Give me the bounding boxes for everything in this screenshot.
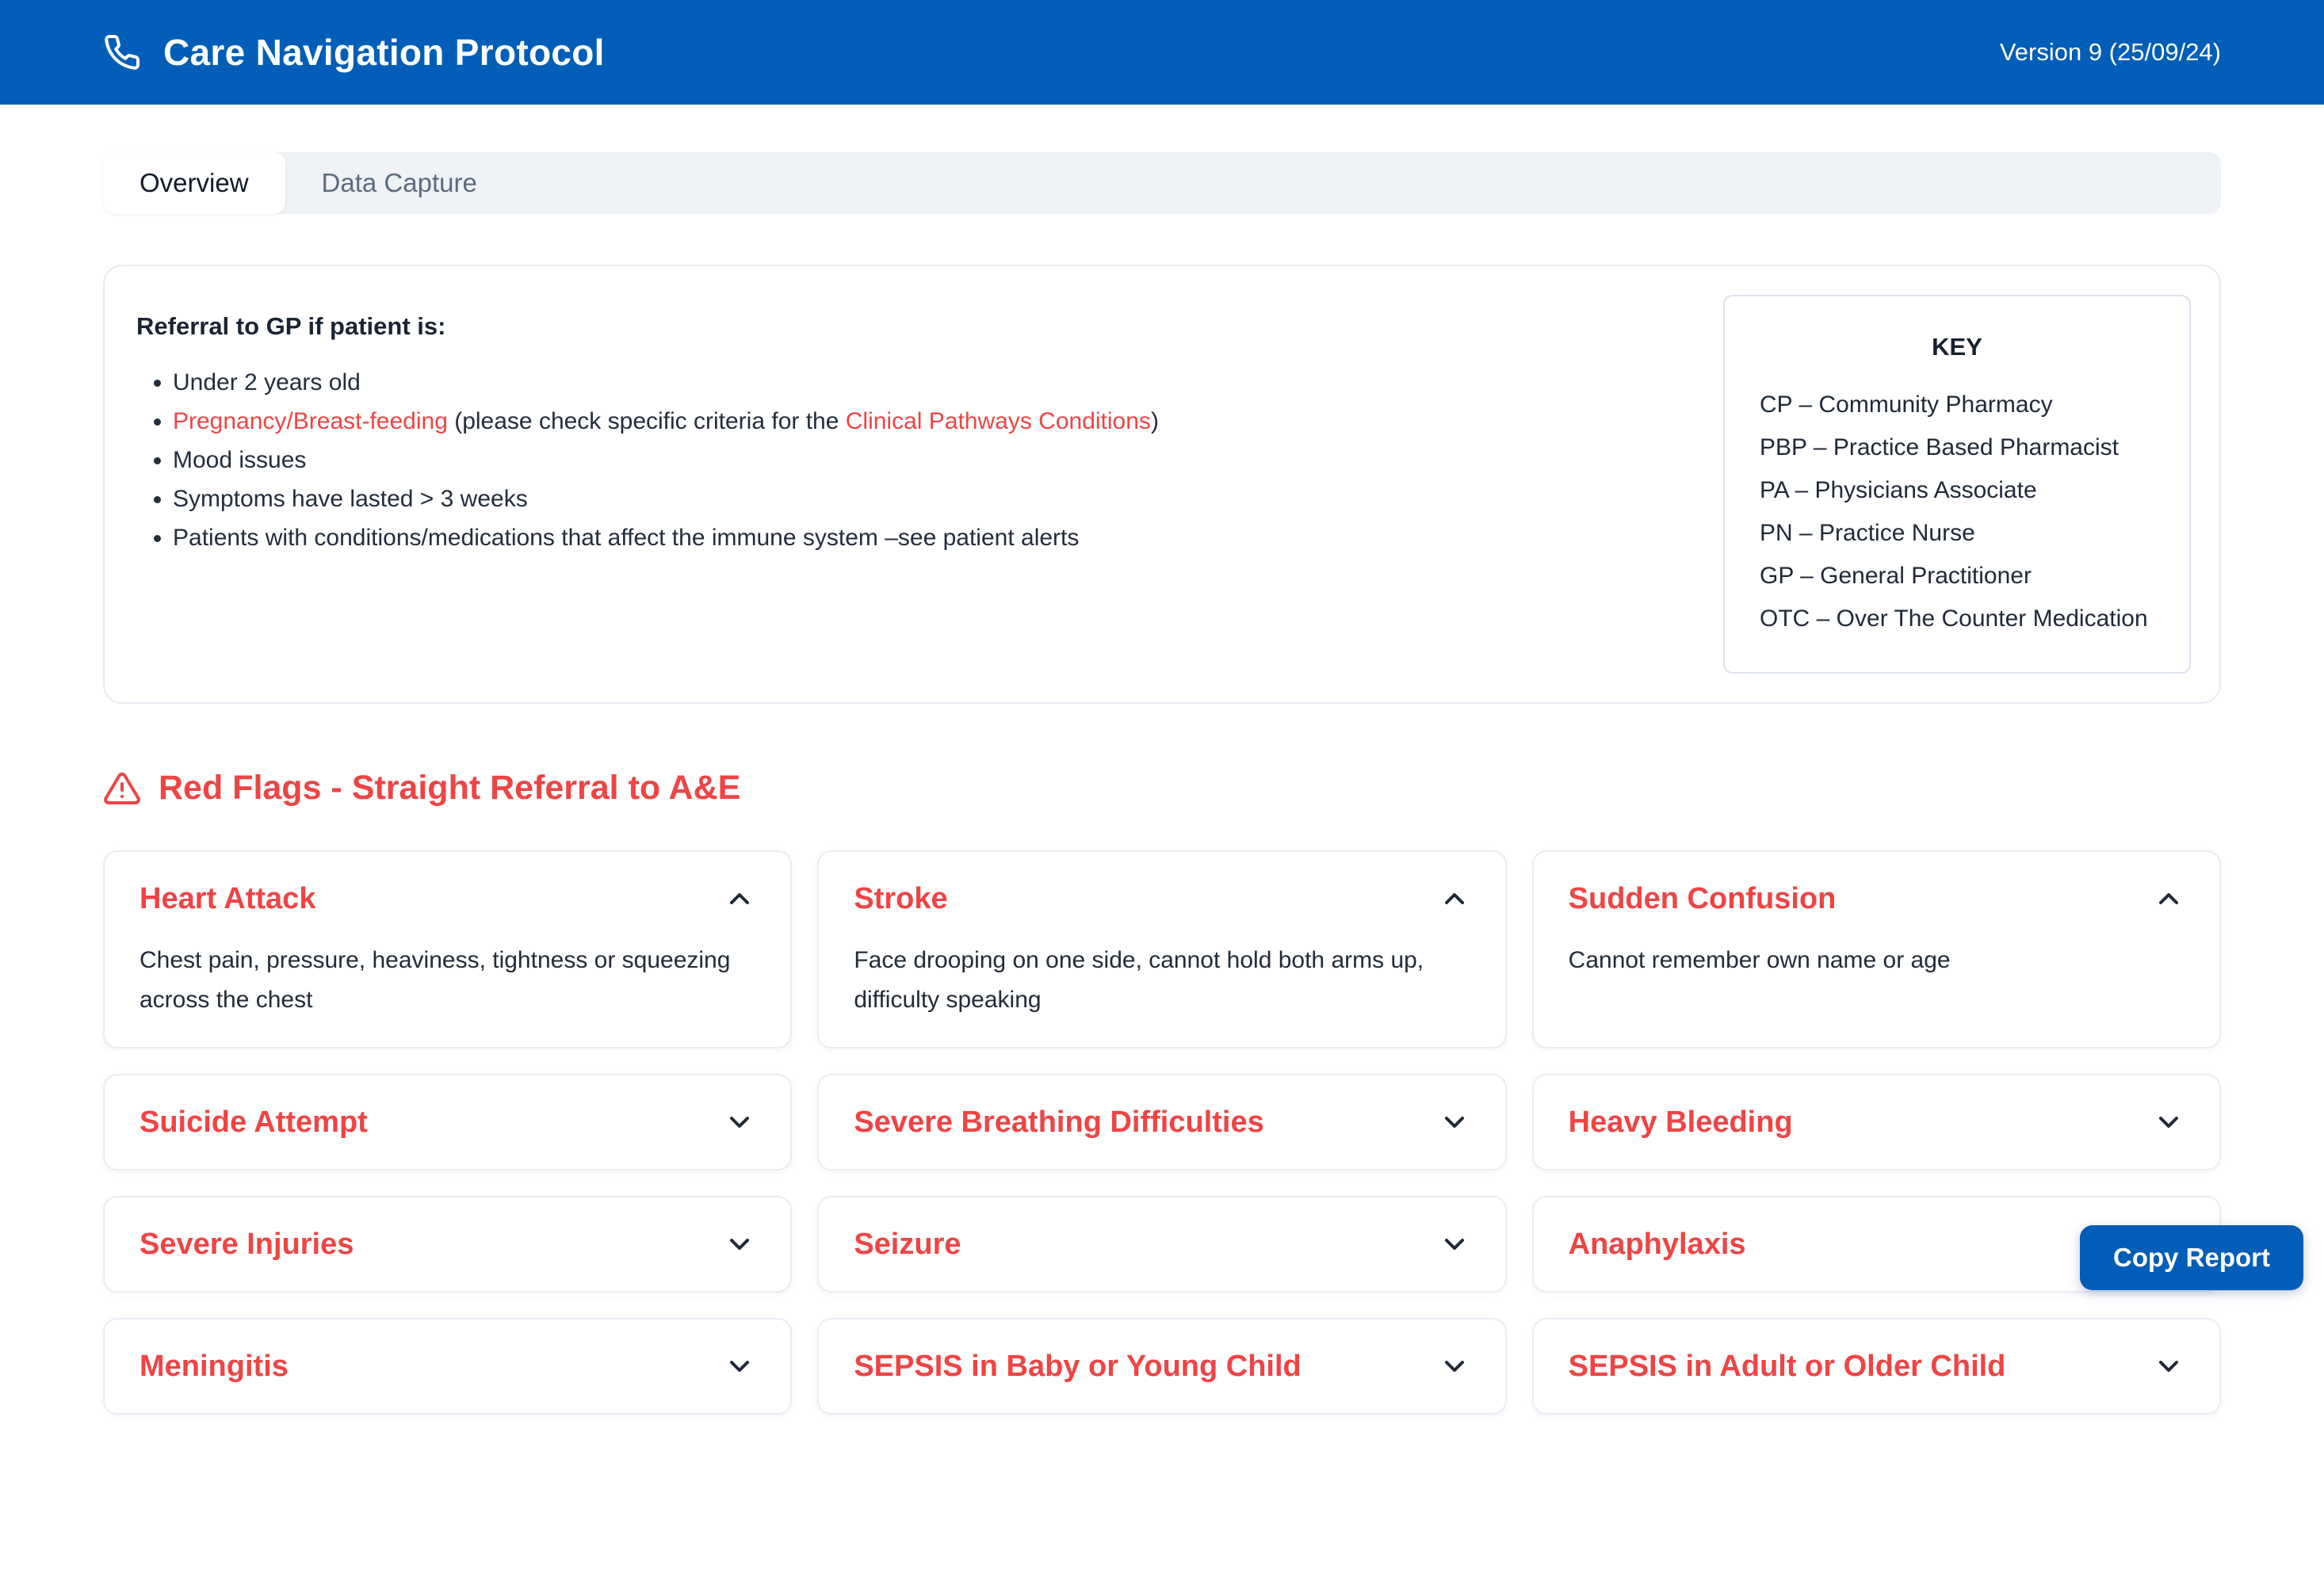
referral-heading: Referral to GP if patient is: [136, 312, 1691, 341]
card-suicide-attempt: Suicide Attempt [103, 1074, 792, 1171]
key-item-pbp: PBP – Practice Based Pharmacist [1760, 426, 2154, 469]
referral-bullet-immune: Patients with conditions/medications tha… [173, 518, 1691, 557]
card-title: Suicide Attempt [140, 1102, 368, 1142]
key-item-otc: OTC – Over The Counter Medication [1760, 598, 2154, 640]
card-title: Heavy Bleeding [1569, 1102, 1793, 1142]
chevron-down-icon[interactable] [1439, 1106, 1470, 1138]
card-title: Heart Attack [140, 879, 315, 919]
chevron-up-icon[interactable] [1439, 883, 1470, 915]
version-label: Version 9 (25/09/24) [2000, 38, 2221, 67]
chevron-down-icon[interactable] [2153, 1106, 2184, 1138]
red-flags-heading: Red Flags - Straight Referral to A&E [103, 769, 2221, 808]
card-sepsis-adult-header[interactable]: SEPSIS in Adult or Older Child [1569, 1346, 2184, 1386]
clinical-pathways-link[interactable]: Clinical Pathways Conditions [846, 408, 1151, 434]
card-sepsis-baby-header[interactable]: SEPSIS in Baby or Young Child [854, 1346, 1470, 1386]
card-heavy-bleeding-header[interactable]: Heavy Bleeding [1569, 1102, 2184, 1142]
chevron-down-icon[interactable] [724, 1106, 755, 1138]
card-meningitis: Meningitis [103, 1318, 792, 1415]
card-title: Meningitis [140, 1346, 289, 1386]
chevron-down-icon[interactable] [2153, 1350, 2184, 1382]
card-title: Stroke [854, 879, 947, 919]
card-severe-injuries-header[interactable]: Severe Injuries [140, 1224, 755, 1264]
tab-data-capture[interactable]: Data Capture [285, 152, 514, 214]
warning-triangle-icon [103, 770, 141, 808]
copy-report-button[interactable]: Copy Report [2080, 1225, 2303, 1290]
referral-bullet-pregnancy: Pregnancy/Breast-feeding (please check s… [173, 402, 1691, 441]
bullet-end-text: ) [1151, 408, 1159, 434]
card-body: Cannot remember own name or age [1569, 941, 2184, 980]
referral-bullet-symptoms: Symptoms have lasted > 3 weeks [173, 479, 1691, 518]
chevron-up-icon[interactable] [2153, 883, 2184, 915]
card-suicide-attempt-header[interactable]: Suicide Attempt [140, 1102, 755, 1142]
key-item-gp: GP – General Practitioner [1760, 555, 2154, 598]
phone-icon [103, 33, 141, 71]
referral-content: Referral to GP if patient is: Under 2 ye… [136, 295, 1691, 557]
referral-panel: Referral to GP if patient is: Under 2 ye… [103, 265, 2221, 704]
page-title: Care Navigation Protocol [163, 31, 605, 74]
referral-bullet-mood: Mood issues [173, 441, 1691, 479]
chevron-down-icon[interactable] [1439, 1228, 1470, 1260]
card-heart-attack-header[interactable]: Heart Attack [140, 879, 755, 919]
referral-bullet-under-2: Under 2 years old [173, 363, 1691, 402]
chevron-down-icon[interactable] [724, 1350, 755, 1382]
card-severe-breathing: Severe Breathing Difficulties [817, 1074, 1506, 1171]
referral-list: Under 2 years old Pregnancy/Breast-feedi… [136, 363, 1691, 557]
pregnancy-emphasis: Pregnancy/Breast-feeding [173, 408, 448, 434]
card-title: Severe Breathing Difficulties [854, 1102, 1263, 1142]
card-title: Seizure [854, 1224, 961, 1264]
red-flag-cards-grid: Heart Attack Chest pain, pressure, heavi… [103, 850, 2221, 1589]
key-title: KEY [1760, 333, 2154, 361]
card-stroke-header[interactable]: Stroke [854, 879, 1470, 919]
card-title: Severe Injuries [140, 1224, 354, 1264]
card-severe-breathing-header[interactable]: Severe Breathing Difficulties [854, 1102, 1470, 1142]
chevron-up-icon[interactable] [724, 883, 755, 915]
card-body: Face drooping on one side, cannot hold b… [854, 941, 1470, 1020]
tab-bar: Overview Data Capture [103, 152, 2221, 214]
key-item-cp: CP – Community Pharmacy [1760, 384, 2154, 426]
card-title: SEPSIS in Baby or Young Child [854, 1346, 1301, 1386]
red-flags-heading-text: Red Flags - Straight Referral to A&E [159, 769, 740, 808]
chevron-down-icon[interactable] [724, 1228, 755, 1260]
card-severe-injuries: Severe Injuries [103, 1196, 792, 1293]
card-meningitis-header[interactable]: Meningitis [140, 1346, 755, 1386]
card-stroke: Stroke Face drooping on one side, cannot… [817, 850, 1506, 1049]
card-heart-attack: Heart Attack Chest pain, pressure, heavi… [103, 850, 792, 1049]
app-header: Care Navigation Protocol Version 9 (25/0… [0, 0, 2324, 105]
chevron-down-icon[interactable] [1439, 1350, 1470, 1382]
key-item-pa: PA – Physicians Associate [1760, 469, 2154, 512]
card-title: Sudden Confusion [1569, 879, 1837, 919]
card-sudden-confusion: Sudden Confusion Cannot remember own nam… [1532, 850, 2221, 1049]
card-title: SEPSIS in Adult or Older Child [1569, 1346, 2006, 1386]
card-body: Chest pain, pressure, heaviness, tightne… [140, 941, 755, 1020]
key-item-pn: PN – Practice Nurse [1760, 512, 2154, 555]
key-panel: KEY CP – Community Pharmacy PBP – Practi… [1723, 295, 2191, 674]
card-sepsis-adult: SEPSIS in Adult or Older Child [1532, 1318, 2221, 1415]
card-title: Anaphylaxis [1569, 1224, 1746, 1264]
card-sudden-confusion-header[interactable]: Sudden Confusion [1569, 879, 2184, 919]
tab-overview[interactable]: Overview [103, 152, 285, 214]
card-heavy-bleeding: Heavy Bleeding [1532, 1074, 2221, 1171]
bullet-mid-text: (please check specific criteria for the [448, 408, 846, 434]
card-seizure-header[interactable]: Seizure [854, 1224, 1470, 1264]
card-sepsis-baby: SEPSIS in Baby or Young Child [817, 1318, 1506, 1415]
card-seizure: Seizure [817, 1196, 1506, 1293]
